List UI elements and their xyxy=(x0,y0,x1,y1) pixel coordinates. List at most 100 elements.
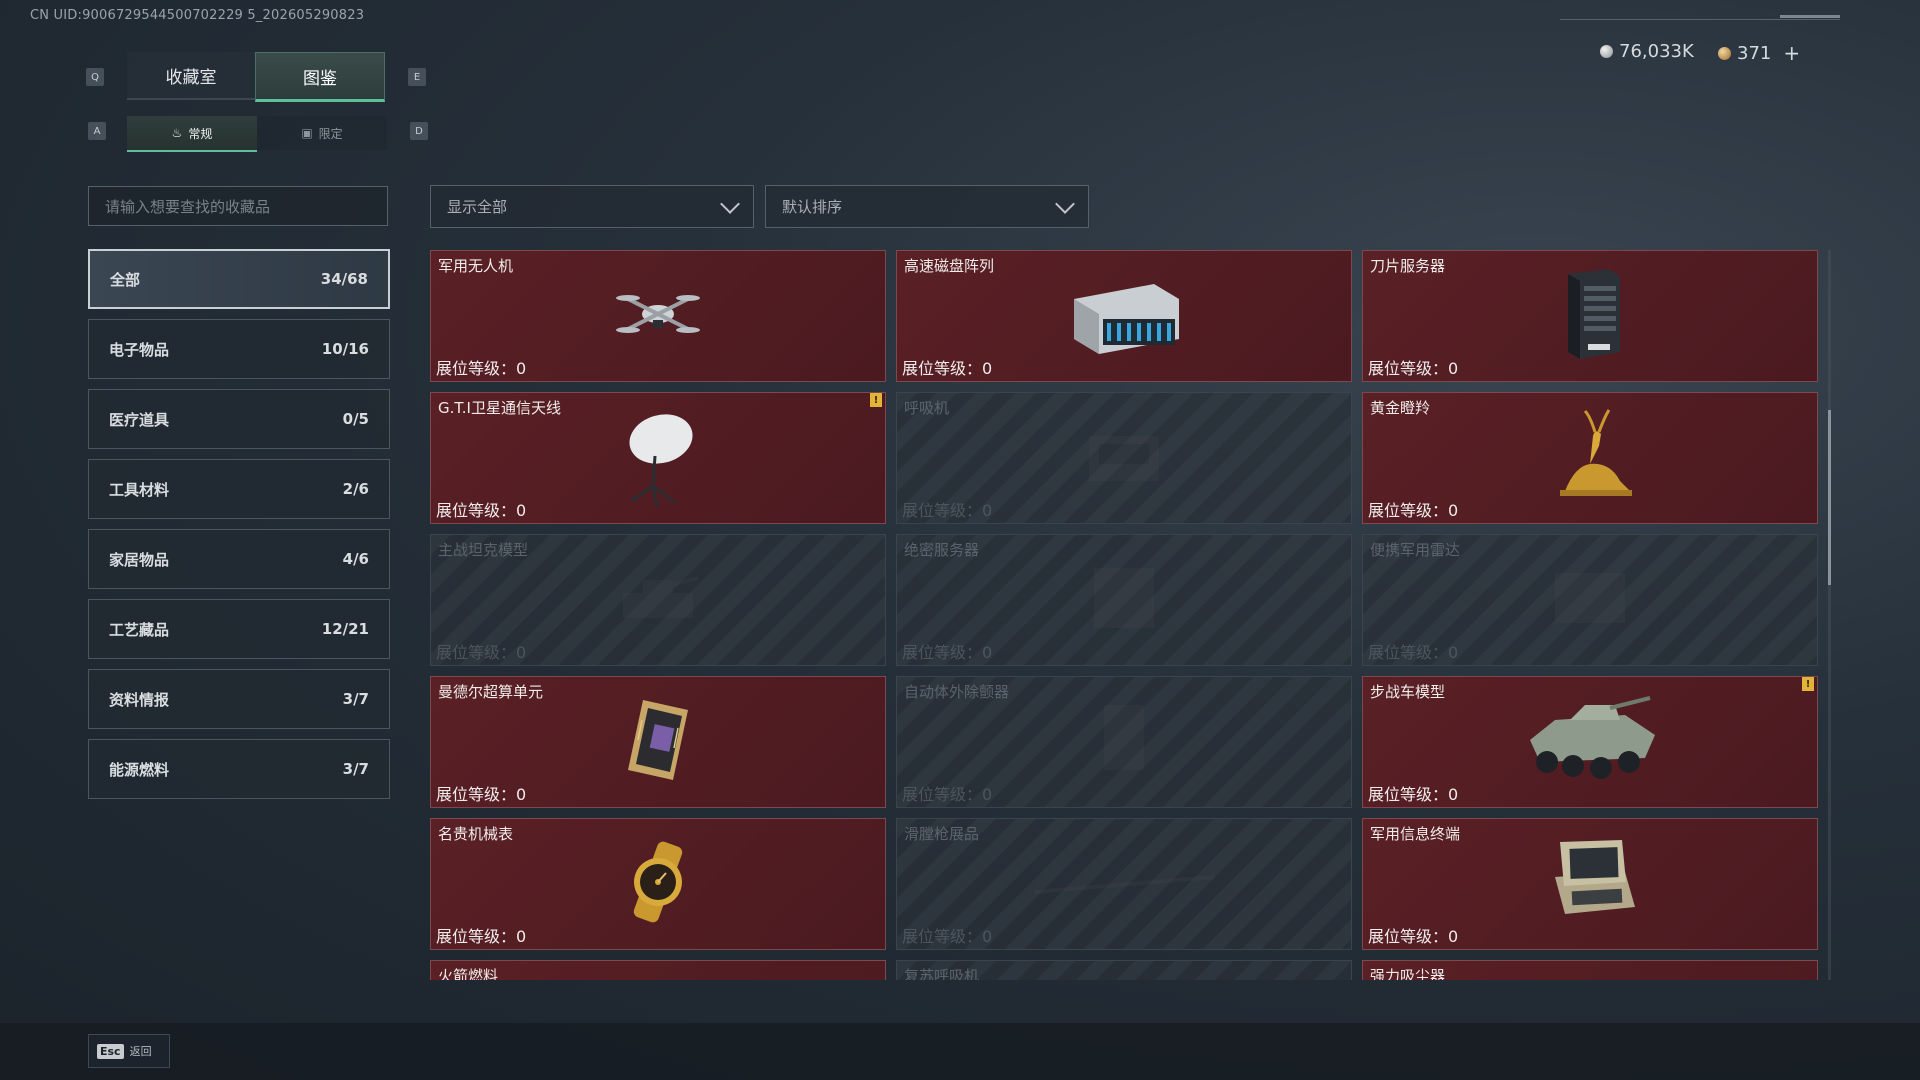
category-tools[interactable]: 工具材料 2/6 xyxy=(88,459,390,519)
add-currency-button[interactable]: + xyxy=(1783,41,1800,65)
gold-amount: 371 xyxy=(1737,42,1772,64)
item-name: 步战车模型 xyxy=(1370,683,1446,701)
item-card[interactable]: 高速磁盘阵列 展位等级：0 xyxy=(896,250,1352,382)
item-card[interactable]: 呼吸机 展位等级：0 xyxy=(896,392,1352,524)
category-count: 12/21 xyxy=(321,620,369,638)
grid-scrollbar-track[interactable] xyxy=(1828,250,1831,980)
item-card[interactable]: 军用无人机 展位等级：0 xyxy=(430,250,886,382)
category-label: 电子物品 xyxy=(109,340,170,359)
category-all[interactable]: 全部 34/68 xyxy=(88,249,390,309)
item-card[interactable]: 刀片服务器展位等级：0 xyxy=(1362,250,1818,382)
search-input[interactable]: 请输入想要查找的收藏品 xyxy=(88,186,388,226)
item-level: 展位等级：0 xyxy=(902,927,993,946)
category-count: 0/5 xyxy=(342,410,369,428)
key-d-hint: D xyxy=(410,122,428,140)
item-level: 展位等级：0 xyxy=(1368,785,1459,804)
item-name: G.T.I卫星通信天线 xyxy=(438,399,561,417)
item-card[interactable]: 强力吸尘器展位等级：0 xyxy=(1362,960,1818,980)
subtab-regular-label: 常规 xyxy=(188,126,213,141)
satellite-dish-icon xyxy=(613,401,703,515)
subtab-regular[interactable]: ♨ 常规 xyxy=(127,116,257,152)
category-label: 工艺藏品 xyxy=(109,620,170,639)
item-card[interactable]: 绝密服务器展位等级：0 xyxy=(896,534,1352,666)
chevron-down-icon xyxy=(720,193,740,214)
top-divider-accent xyxy=(1780,15,1840,18)
drone-icon xyxy=(608,274,708,358)
item-level: 展位等级：0 xyxy=(902,643,993,662)
category-medical[interactable]: 医疗道具 0/5 xyxy=(88,389,390,449)
item-name: 刀片服务器 xyxy=(1370,257,1446,275)
esc-key-icon: Esc xyxy=(97,1043,124,1059)
silver-currency: 76,033K xyxy=(1600,41,1694,62)
musket-icon xyxy=(1024,852,1224,916)
item-name: 黄金瞪羚 xyxy=(1370,399,1431,417)
item-level: 展位等级：0 xyxy=(902,501,993,520)
player-uid: CN UID:9006729544500702229 5_20260529082… xyxy=(30,8,365,23)
radar-icon xyxy=(1540,558,1640,642)
item-grid-viewport: 军用无人机 展位等级：0 高速磁盘阵列 展位等级：0 刀片服务器 展位等级：0 G.T.I卫… xyxy=(430,250,1820,980)
item-card[interactable]: 黄金瞪羚展位等级：0 xyxy=(1362,392,1818,524)
terminal-icon xyxy=(1530,832,1650,936)
tank-model-icon xyxy=(608,558,708,642)
item-name: 自动体外除颤器 xyxy=(904,683,1010,701)
sort-dropdown-value: 默认排序 xyxy=(782,198,843,216)
filter-dropdown[interactable]: 显示全部 xyxy=(430,185,754,228)
category-count: 4/6 xyxy=(342,550,369,568)
item-card[interactable]: 火箭燃料展位等级：0 xyxy=(430,960,886,980)
category-label: 家居物品 xyxy=(109,550,170,569)
item-level: 展位等级：0 xyxy=(436,927,527,946)
grid-scrollbar-thumb[interactable] xyxy=(1828,410,1831,585)
category-crafts[interactable]: 工艺藏品 12/21 xyxy=(88,599,390,659)
defibrillator-icon xyxy=(1084,695,1164,789)
new-badge-icon: ! xyxy=(1802,677,1814,691)
item-card[interactable]: 步战车模型展位等级：0! xyxy=(1362,676,1818,808)
item-name: 滑膛枪展品 xyxy=(904,825,980,843)
top-divider xyxy=(1560,19,1840,20)
category-label: 医疗道具 xyxy=(109,410,170,429)
item-name: 绝密服务器 xyxy=(904,541,980,559)
item-card[interactable]: G.T.I卫星通信天线 展位等级：0! xyxy=(430,392,886,524)
bottom-bar xyxy=(0,1023,1920,1080)
server-icon xyxy=(1074,558,1174,642)
item-name: 名贵机械表 xyxy=(438,825,514,843)
item-card[interactable]: 自动体外除颤器 展位等级：0 xyxy=(896,676,1352,808)
category-household[interactable]: 家居物品 4/6 xyxy=(88,529,390,589)
item-level: 展位等级：0 xyxy=(902,785,993,804)
silver-coin-icon xyxy=(1600,45,1613,58)
category-intel[interactable]: 资料情报 3/7 xyxy=(88,669,390,729)
category-energy[interactable]: 能源燃料 3/7 xyxy=(88,739,390,799)
item-card[interactable]: 曼德尔超算单元 展位等级：0 xyxy=(430,676,886,808)
back-button[interactable]: Esc 返回 xyxy=(88,1034,170,1068)
chevron-down-icon xyxy=(1055,193,1075,214)
gold-currency: 371 + xyxy=(1718,41,1800,65)
new-badge-icon: ! xyxy=(870,393,882,407)
item-level: 展位等级：0 xyxy=(1368,501,1459,520)
golden-gazelle-icon xyxy=(1535,406,1645,510)
item-card[interactable]: 名贵机械表展位等级：0 xyxy=(430,818,886,950)
tab-codex[interactable]: 图鉴 xyxy=(255,52,385,102)
item-level: 展位等级：0 xyxy=(1368,359,1459,378)
disk-array-icon xyxy=(1059,269,1189,363)
limited-icon: ▣ xyxy=(301,126,313,140)
item-name: 高速磁盘阵列 xyxy=(904,257,995,275)
item-card[interactable]: 便携军用雷达 展位等级：0 xyxy=(1362,534,1818,666)
item-card[interactable]: 复苏呼吸机展位等级：0 xyxy=(896,960,1352,980)
item-name: 军用无人机 xyxy=(438,257,514,275)
category-count: 3/7 xyxy=(342,690,369,708)
subtab-limited[interactable]: ▣ 限定 xyxy=(257,116,387,150)
tab-collection-room[interactable]: 收藏室 xyxy=(127,52,255,100)
item-card[interactable]: 军用信息终端 展位等级：0 xyxy=(1362,818,1818,950)
item-card[interactable]: 滑膛枪展品展位等级：0 xyxy=(896,818,1352,950)
supercomputer-unit-icon xyxy=(608,690,708,794)
item-level: 展位等级：0 xyxy=(436,643,527,662)
item-card[interactable]: 主战坦克模型 展位等级：0 xyxy=(430,534,886,666)
item-name: 便携军用雷达 xyxy=(1370,541,1461,559)
category-electronics[interactable]: 电子物品 10/16 xyxy=(88,319,390,379)
item-name: 复苏呼吸机 xyxy=(904,967,980,980)
subtab-limited-label: 限定 xyxy=(318,126,343,141)
sort-dropdown[interactable]: 默认排序 xyxy=(765,185,1089,228)
item-level: 展位等级：0 xyxy=(436,501,527,520)
item-level: 展位等级：0 xyxy=(902,359,993,378)
silver-amount: 76,033K xyxy=(1619,41,1694,62)
category-label: 全部 xyxy=(110,270,141,289)
